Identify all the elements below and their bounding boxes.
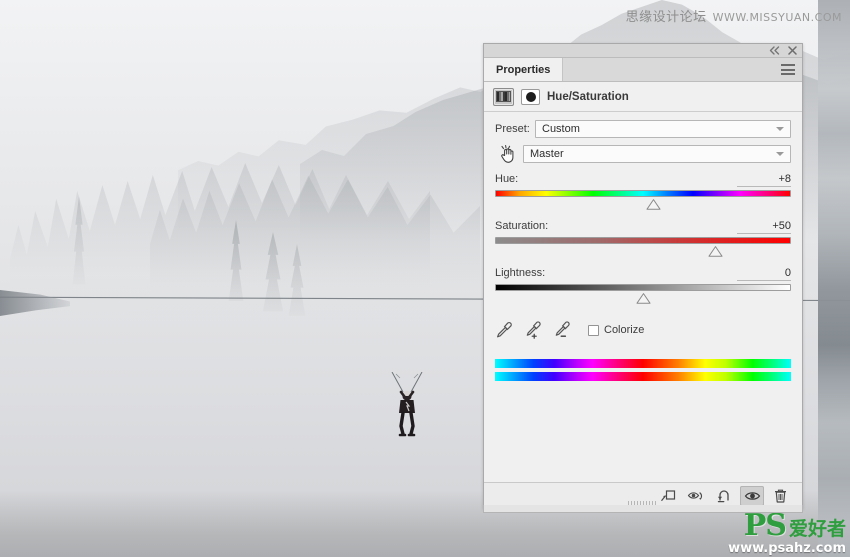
hue-slider-track[interactable] (495, 190, 791, 210)
eyedropper-minus-icon (555, 321, 570, 337)
watermark-top-cn: 思缘设计论坛 (625, 10, 707, 25)
targeted-adjustment-hand-icon (500, 145, 513, 163)
hue-label: Hue: (495, 173, 519, 185)
hue-slider-head: Hue: +8 (495, 173, 791, 187)
saturation-slider-block: Saturation: +50 (495, 220, 791, 258)
lightness-slider-track[interactable] (495, 284, 791, 304)
watermark-top-url: WWW.MISSYUAN.COM (712, 11, 842, 24)
targeted-adjustment-tool-button[interactable] (495, 144, 521, 164)
watermark-psahz: PS 爱好者 www.psahz.com (728, 508, 846, 556)
eye-icon (744, 491, 760, 500)
eyedropper-add-button[interactable] (524, 321, 542, 339)
preset-row: Preset: Custom (495, 120, 791, 138)
slider-thumb-icon (636, 293, 651, 304)
eye-arrow-icon (687, 491, 703, 500)
saturation-slider-track[interactable] (495, 237, 791, 257)
eyedropper-icon (497, 322, 512, 338)
photo-right-edge-strip (818, 0, 850, 557)
preset-label: Preset: (495, 123, 530, 135)
properties-panel: Properties Hue/Saturation Preset: Custom (483, 43, 803, 509)
lightness-label: Lightness: (495, 267, 546, 279)
eyedropper-subtract-button[interactable] (553, 321, 571, 339)
menu-line (781, 68, 795, 71)
reset-arrow-icon (717, 490, 729, 503)
colorize-control[interactable]: Colorize (588, 324, 644, 336)
clip-to-layer-icon (661, 489, 676, 501)
saturation-slider-thumb[interactable] (708, 246, 723, 257)
watermark-brand-cn: 爱好者 (788, 518, 846, 540)
hue-slider-block: Hue: +8 (495, 173, 791, 211)
close-icon (788, 46, 797, 55)
menu-line (781, 73, 795, 75)
colorize-checkbox[interactable] (588, 324, 599, 336)
watermark-missyuan: 思缘设计论坛 WWW.MISSYUAN.COM (626, 6, 842, 25)
toggle-preview-layer-button[interactable] (684, 486, 708, 506)
adjustment-header: Hue/Saturation (484, 82, 802, 112)
eyedropper-plus-icon (526, 321, 541, 339)
gradient-swatch (496, 91, 511, 102)
eyedropper-row: Colorize (495, 321, 791, 339)
menu-line (781, 64, 795, 66)
spectrum-bar-source[interactable] (495, 359, 791, 368)
saturation-slider-head: Saturation: +50 (495, 220, 791, 234)
hue-slider-thumb[interactable] (646, 199, 661, 210)
collapse-double-arrow-icon (769, 46, 780, 55)
channel-value: Master (530, 148, 564, 160)
preset-value: Custom (542, 123, 580, 135)
colorize-label: Colorize (604, 324, 645, 336)
reset-adjustment-button[interactable] (712, 486, 736, 506)
lightness-slider-thumb[interactable] (636, 293, 651, 304)
preset-select[interactable]: Custom (535, 120, 791, 138)
panel-menu-icon[interactable] (781, 64, 795, 75)
tab-properties[interactable]: Properties (484, 58, 564, 81)
mask-dot (525, 91, 536, 102)
slider-thumb-icon (708, 246, 723, 257)
lightness-slider-block: Lightness: 0 (495, 267, 791, 305)
close-panel-button[interactable] (787, 45, 798, 56)
slider-spacer (495, 244, 791, 258)
panel-titlebar[interactable] (484, 44, 802, 58)
chevron-down-icon (776, 152, 784, 156)
clip-to-layer-button[interactable] (656, 486, 680, 506)
panel-body: Preset: Custom Master Hue: +8 Saturation… (484, 112, 802, 482)
lightness-slider-head: Lightness: 0 (495, 267, 791, 281)
toggle-layer-visibility-button[interactable] (740, 485, 764, 506)
watermark-bottom-url: www.psahz.com (728, 541, 846, 556)
delete-adjustment-button[interactable] (768, 486, 792, 506)
hue-saturation-adjustment-icon[interactable] (493, 87, 514, 106)
panel-bottom-edge (483, 505, 803, 513)
eyedropper-button[interactable] (495, 321, 513, 339)
layer-mask-thumbnail-icon[interactable] (521, 88, 540, 105)
slider-spacer (495, 197, 791, 211)
spectrum-bar-result[interactable] (495, 372, 791, 381)
panel-tabstrip: Properties (484, 58, 802, 82)
lightness-value-field[interactable]: 0 (737, 267, 791, 281)
hue-range-spectrum (495, 359, 791, 381)
adjustment-title: Hue/Saturation (547, 90, 629, 103)
tab-properties-label: Properties (496, 63, 551, 76)
chevron-down-icon (776, 127, 784, 131)
slider-thumb-icon (646, 199, 661, 210)
saturation-value-field[interactable]: +50 (737, 220, 791, 234)
trash-icon (774, 489, 786, 503)
hue-value-field[interactable]: +8 (737, 173, 791, 187)
zipline-rider-silhouette (391, 372, 423, 437)
photoshop-screenshot: 思缘设计论坛 WWW.MISSYUAN.COM PS 爱好者 www.psahz.c… (0, 0, 850, 557)
channel-select[interactable]: Master (523, 145, 791, 163)
channel-row: Master (495, 144, 791, 164)
saturation-label: Saturation: (495, 220, 549, 232)
watermark-brand: PS (743, 508, 787, 543)
collapse-panel-button[interactable] (769, 45, 780, 56)
